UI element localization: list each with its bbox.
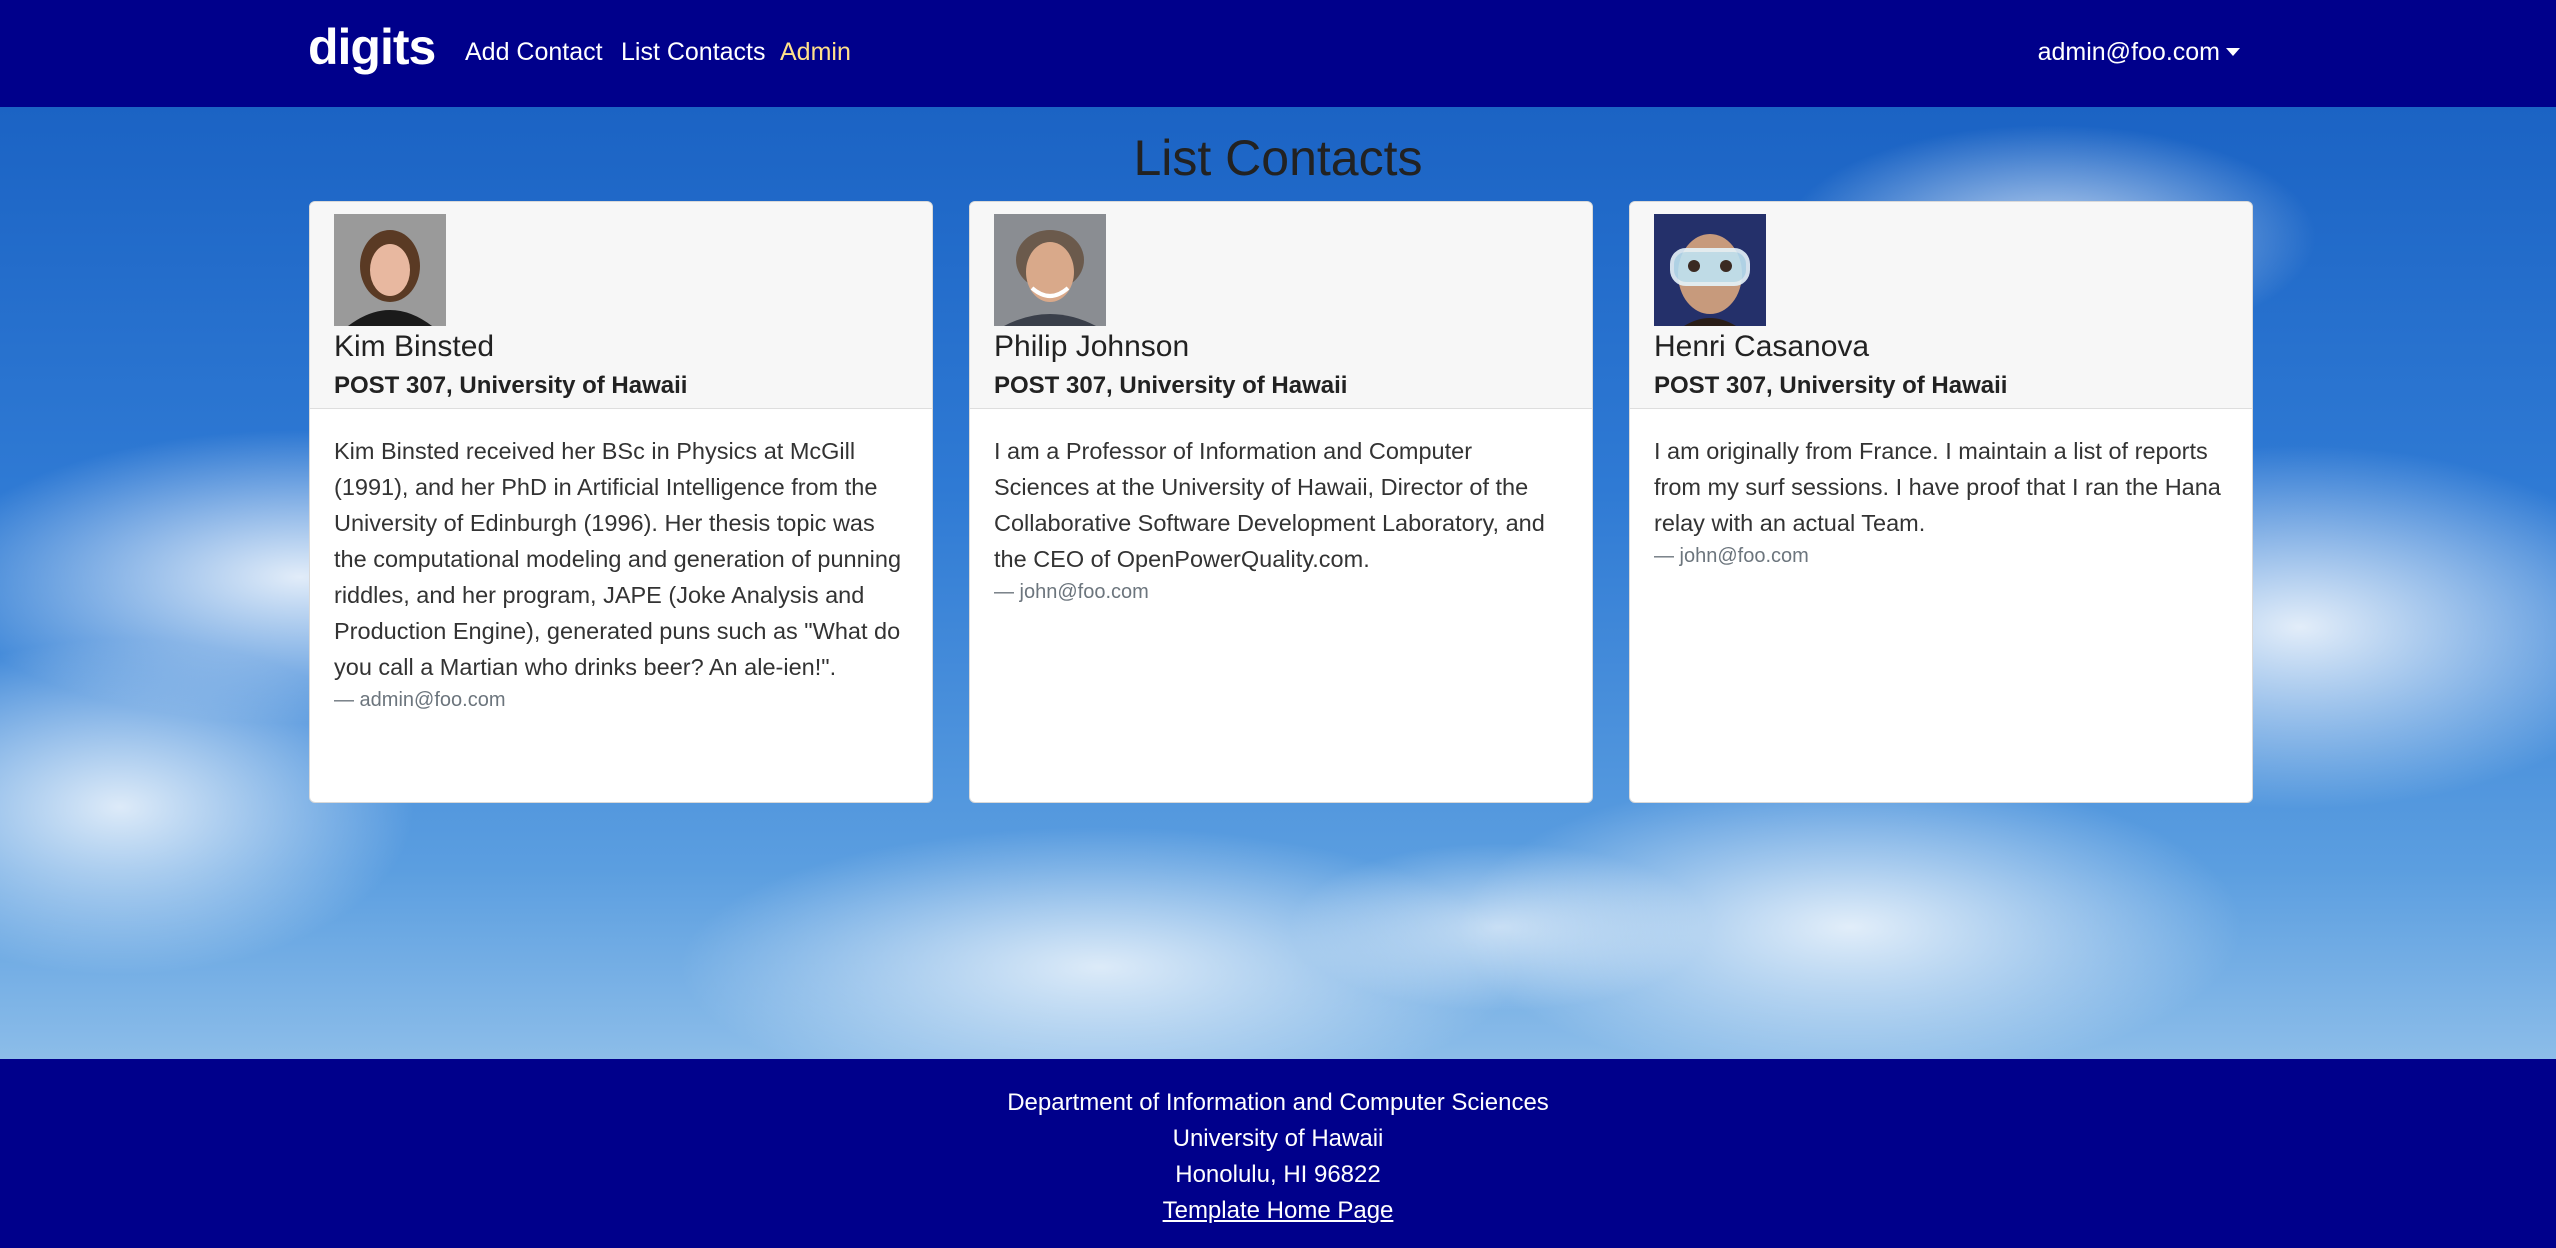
brand-logo[interactable]: digits	[308, 18, 436, 76]
card-body: I am originally from France. I maintain …	[1630, 409, 2252, 571]
contact-name: Kim Binsted	[334, 330, 495, 363]
card-body: Kim Binsted received her BSc in Physics …	[310, 409, 932, 715]
contact-description: I am a Professor of Information and Comp…	[994, 438, 1545, 572]
card-body: I am a Professor of Information and Comp…	[970, 409, 1592, 607]
template-home-link[interactable]: Template Home Page	[1163, 1197, 1394, 1224]
avatar	[334, 214, 446, 326]
contact-address: POST 307, University of Hawaii	[994, 372, 1348, 399]
contact-card: Henri Casanova POST 307, University of H…	[1629, 201, 2253, 803]
avatar	[1654, 214, 1766, 326]
page-title: List Contacts	[1133, 130, 1423, 186]
nav-add-contact[interactable]: Add Contact	[465, 38, 603, 67]
contact-owner: — john@foo.com	[1654, 545, 1809, 567]
user-email: admin@foo.com	[2037, 38, 2220, 66]
footer-department: Department of Information and Computer S…	[1007, 1089, 1549, 1116]
nav-list-contacts[interactable]: List Contacts	[621, 38, 766, 67]
contact-name: Henri Casanova	[1654, 330, 1870, 363]
caret-down-icon	[2226, 48, 2240, 56]
contact-address: POST 307, University of Hawaii	[334, 372, 688, 399]
contact-card: Philip Johnson POST 307, University of H…	[969, 201, 1593, 803]
card-header: Henri Casanova POST 307, University of H…	[1630, 202, 2252, 409]
user-dropdown[interactable]: admin@foo.com	[2038, 38, 2240, 67]
navbar: digits Add Contact List Contacts Admin a…	[0, 0, 2556, 107]
card-header: Philip Johnson POST 307, University of H…	[970, 202, 1592, 409]
contact-description: Kim Binsted received her BSc in Physics …	[334, 438, 902, 680]
contact-description: I am originally from France. I maintain …	[1654, 438, 2221, 536]
contact-name: Philip Johnson	[994, 330, 1190, 363]
contact-owner: — admin@foo.com	[334, 689, 506, 711]
avatar	[994, 214, 1106, 326]
contact-owner: — john@foo.com	[994, 581, 1149, 603]
contact-card: Kim Binsted POST 307, University of Hawa…	[309, 201, 933, 803]
card-header: Kim Binsted POST 307, University of Hawa…	[310, 202, 932, 409]
footer: Department of Information and Computer S…	[0, 1059, 2556, 1248]
nav-admin[interactable]: Admin	[780, 38, 851, 67]
main-content: List Contacts Kim Binsted POST 307, Univ…	[0, 107, 2556, 1059]
footer-university: University of Hawaii	[1172, 1125, 1384, 1152]
footer-location: Honolulu, HI 96822	[1175, 1161, 1381, 1188]
contact-address: POST 307, University of Hawaii	[1654, 372, 2008, 399]
